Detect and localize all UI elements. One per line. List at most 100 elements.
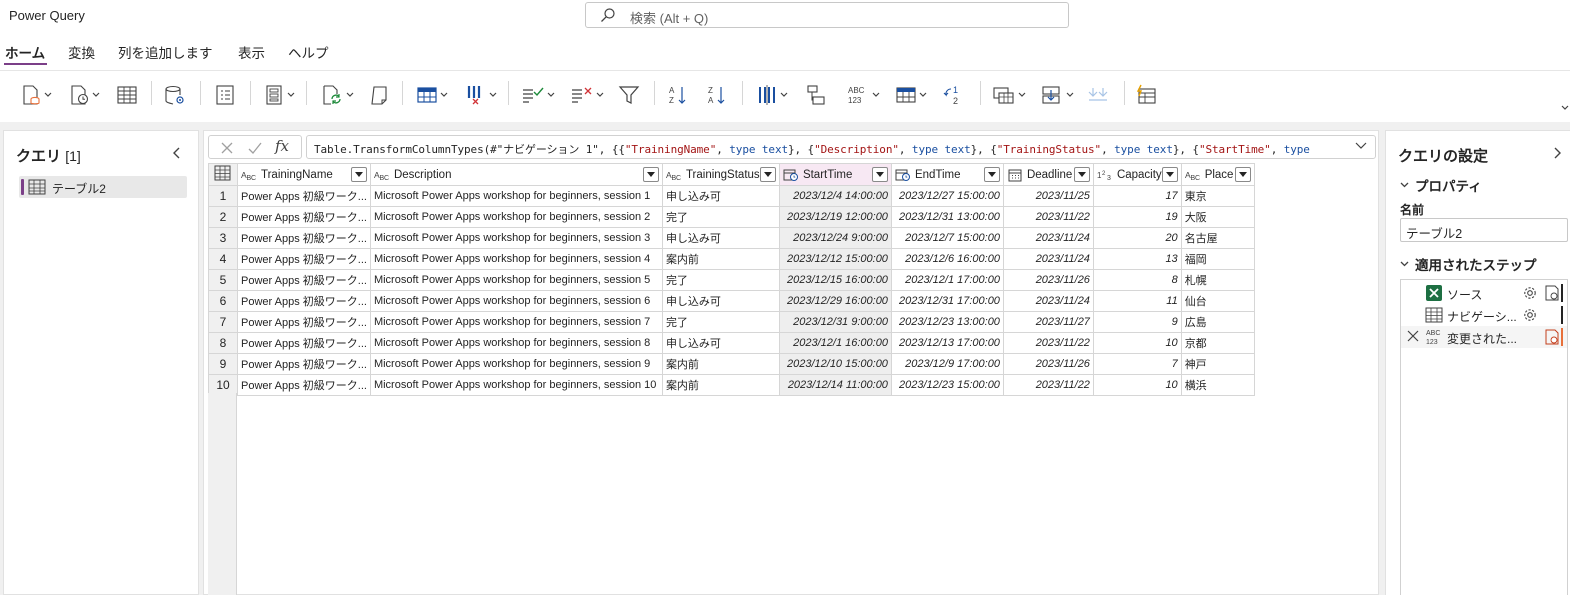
cell-description[interactable]: Microsoft Power Apps workshop for beginn… <box>369 269 663 291</box>
column-header-place[interactable]: A B C Place <box>1180 163 1255 186</box>
cell-place[interactable]: 名古屋 <box>1180 227 1255 249</box>
whole-number-type-icon[interactable]: 123 <box>1097 169 1113 181</box>
row-number[interactable]: 1 <box>208 185 238 207</box>
gear-icon[interactable] <box>1522 307 1538 323</box>
cell-endtime[interactable]: 2023/12/1 17:00:00 <box>890 269 1004 291</box>
formula-input[interactable]: Table.TransformColumnTypes(#"ナビゲーション 1",… <box>306 135 1376 159</box>
cell-capacity[interactable]: 10 <box>1092 332 1182 354</box>
cell-deadline[interactable]: 2023/11/22 <box>1002 206 1094 228</box>
cell-description[interactable]: Microsoft Power Apps workshop for beginn… <box>369 332 663 354</box>
datetime-type-icon[interactable] <box>895 168 911 182</box>
cancel-icon[interactable] <box>219 140 235 156</box>
cell-place[interactable]: 大阪 <box>1180 206 1255 228</box>
cell-starttime[interactable]: 2023/12/31 9:00:00 <box>778 311 892 333</box>
cell-endtime[interactable]: 2023/12/31 13:00:00 <box>890 206 1004 228</box>
row-number[interactable]: 8 <box>208 332 238 354</box>
cell-place[interactable]: 神戸 <box>1180 353 1255 375</box>
cell-endtime[interactable]: 2023/12/27 15:00:00 <box>890 185 1004 207</box>
column-header-endtime[interactable]: EndTime <box>890 163 1004 186</box>
datetime-type-icon[interactable] <box>783 168 799 182</box>
cell-place[interactable]: 京都 <box>1180 332 1255 354</box>
cell-endtime[interactable]: 2023/12/7 15:00:00 <box>890 227 1004 249</box>
row-number[interactable]: 3 <box>208 227 238 249</box>
cell-endtime[interactable]: 2023/12/31 17:00:00 <box>890 290 1004 312</box>
text-type-icon[interactable]: ABC <box>1185 169 1201 181</box>
tab-home[interactable]: ホーム <box>5 42 45 62</box>
column-header-trainingstatus[interactable]: A B C TrainingStatus <box>661 163 780 186</box>
chevron-down-icon[interactable] <box>1561 105 1569 111</box>
filter-button[interactable] <box>618 82 640 108</box>
step-navigation[interactable]: ナビゲーシ... <box>1401 304 1567 326</box>
cell-description[interactable]: Microsoft Power Apps workshop for beginn… <box>369 248 663 270</box>
cell-deadline[interactable]: 2023/11/25 <box>1002 185 1094 207</box>
chevron-left-icon[interactable] <box>172 147 182 159</box>
column-filter-dropdown[interactable] <box>759 167 776 182</box>
column-header-trainingname[interactable]: A B C TrainingName <box>237 163 371 186</box>
cell-trainingname[interactable]: Power Apps 初級ワーク... <box>237 206 371 228</box>
cell-description[interactable]: Microsoft Power Apps workshop for beginn… <box>369 206 663 228</box>
cell-endtime[interactable]: 2023/12/23 13:00:00 <box>890 311 1004 333</box>
cell-endtime[interactable]: 2023/12/9 17:00:00 <box>890 353 1004 375</box>
data-source-settings-button[interactable] <box>163 82 187 108</box>
choose-columns-button[interactable] <box>416 82 448 108</box>
column-filter-dropdown[interactable] <box>871 167 888 182</box>
cell-deadline[interactable]: 2023/11/26 <box>1002 353 1094 375</box>
column-filter-dropdown[interactable] <box>1234 167 1251 182</box>
cell-starttime[interactable]: 2023/12/29 16:00:00 <box>778 290 892 312</box>
group-by-button[interactable] <box>805 82 827 108</box>
column-filter-dropdown[interactable] <box>1161 167 1178 182</box>
row-number[interactable]: 7 <box>208 311 238 333</box>
cell-capacity[interactable]: 17 <box>1092 185 1182 207</box>
cell-deadline[interactable]: 2023/11/22 <box>1002 374 1094 396</box>
cell-trainingname[interactable]: Power Apps 初級ワーク... <box>237 374 371 396</box>
cell-capacity[interactable]: 19 <box>1092 206 1182 228</box>
column-filter-dropdown[interactable] <box>350 167 367 182</box>
column-header-capacity[interactable]: 1 2 3 Capacity <box>1092 163 1182 186</box>
column-filter-dropdown[interactable] <box>642 167 659 182</box>
cell-trainingstatus[interactable]: 完了 <box>661 311 780 333</box>
cell-endtime[interactable]: 2023/12/13 17:00:00 <box>890 332 1004 354</box>
cell-description[interactable]: Microsoft Power Apps workshop for beginn… <box>369 311 663 333</box>
cell-deadline[interactable]: 2023/11/24 <box>1002 248 1094 270</box>
recent-sources-button[interactable] <box>68 82 100 108</box>
append-queries-button[interactable] <box>1040 82 1074 108</box>
cell-capacity[interactable]: 11 <box>1092 290 1182 312</box>
cell-description[interactable]: Microsoft Power Apps workshop for beginn… <box>369 353 663 375</box>
row-number[interactable]: 5 <box>208 269 238 291</box>
cell-trainingstatus[interactable]: 申し込み可 <box>661 185 780 207</box>
step-changed-type[interactable]: ABC 123 変更された... <box>1401 326 1567 348</box>
cell-description[interactable]: Microsoft Power Apps workshop for beginn… <box>369 374 663 396</box>
cell-place[interactable]: 札幌 <box>1180 269 1255 291</box>
column-header-starttime[interactable]: StartTime <box>778 163 892 186</box>
cell-trainingstatus[interactable]: 案内前 <box>661 248 780 270</box>
column-header-description[interactable]: A B C Description <box>369 163 663 186</box>
row-number[interactable]: 6 <box>208 290 238 312</box>
cell-trainingname[interactable]: Power Apps 初級ワーク... <box>237 353 371 375</box>
cell-description[interactable]: Microsoft Power Apps workshop for beginn… <box>369 290 663 312</box>
enter-data-button[interactable] <box>116 82 138 108</box>
step-info-icon[interactable] <box>1545 285 1559 301</box>
use-first-row-as-headers-button[interactable] <box>895 82 927 108</box>
cell-starttime[interactable]: 2023/12/1 16:00:00 <box>778 332 892 354</box>
cell-place[interactable]: 横浜 <box>1180 374 1255 396</box>
replace-values-button[interactable]: 12 <box>941 82 965 108</box>
query-item-table2[interactable]: テーブル2 <box>19 176 187 198</box>
cell-trainingname[interactable]: Power Apps 初級ワーク... <box>237 227 371 249</box>
text-type-icon[interactable]: ABC <box>241 169 257 181</box>
text-type-icon[interactable]: ABC <box>374 169 390 181</box>
cell-starttime[interactable]: 2023/12/15 16:00:00 <box>778 269 892 291</box>
cell-capacity[interactable]: 13 <box>1092 248 1182 270</box>
cell-trainingstatus[interactable]: 完了 <box>661 206 780 228</box>
combine-files-button[interactable] <box>1087 82 1109 108</box>
cell-capacity[interactable]: 9 <box>1092 311 1182 333</box>
cell-endtime[interactable]: 2023/12/23 15:00:00 <box>890 374 1004 396</box>
options-button[interactable] <box>214 82 236 108</box>
column-filter-dropdown[interactable] <box>1073 167 1090 182</box>
cell-deadline[interactable]: 2023/11/24 <box>1002 290 1094 312</box>
step-source[interactable]: ソース <box>1401 282 1567 304</box>
cell-starttime[interactable]: 2023/12/12 15:00:00 <box>778 248 892 270</box>
date-type-icon[interactable] <box>1007 168 1023 182</box>
cell-deadline[interactable]: 2023/11/26 <box>1002 269 1094 291</box>
chevron-right-icon[interactable] <box>1552 147 1562 159</box>
cell-trainingname[interactable]: Power Apps 初級ワーク... <box>237 185 371 207</box>
